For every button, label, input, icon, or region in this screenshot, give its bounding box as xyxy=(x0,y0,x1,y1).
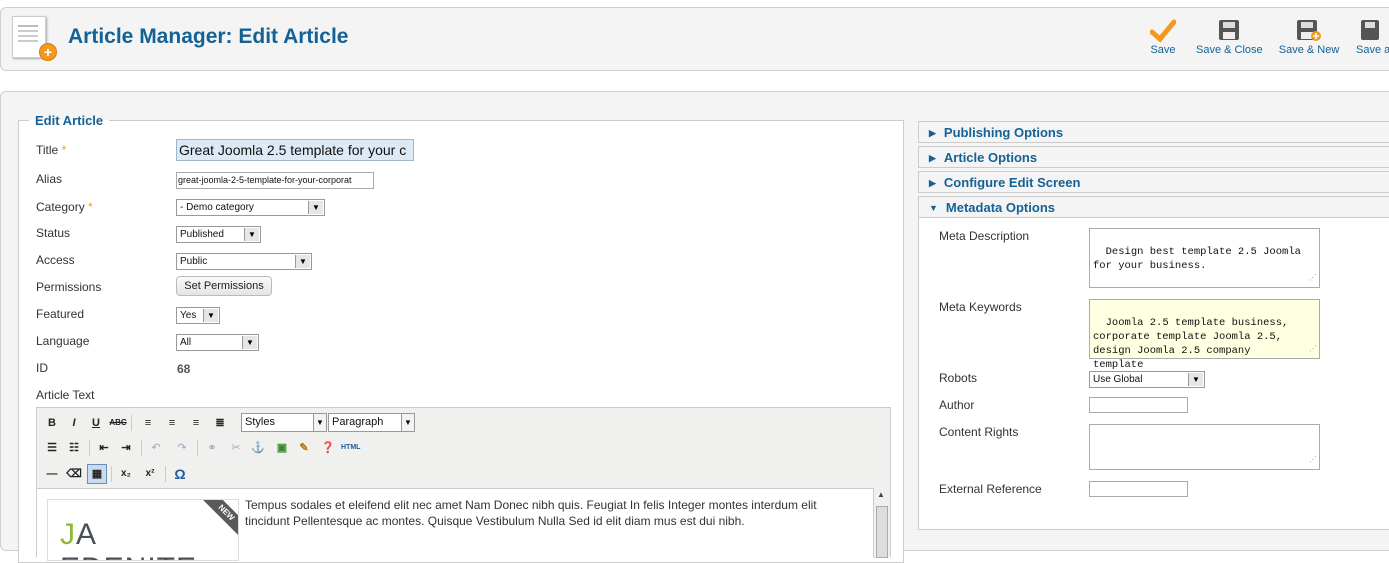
strikethrough-icon[interactable]: ABC xyxy=(109,414,127,432)
unlink-icon[interactable]: ✂ xyxy=(227,439,245,457)
indent-icon[interactable]: ⇥ xyxy=(117,439,135,457)
article-id-value: 68 xyxy=(177,362,191,376)
bold-icon[interactable]: B xyxy=(43,414,61,432)
numbered-list-icon[interactable]: ☷ xyxy=(65,439,83,457)
editor-content-area[interactable]: JA EDENITE NEW Tempus sodales et eleifen… xyxy=(37,488,875,561)
superscript-icon[interactable]: x² xyxy=(141,465,159,483)
page-title: Article Manager: Edit Article xyxy=(68,25,349,48)
configure-edit-screen-panel[interactable]: ▶ Configure Edit Screen xyxy=(918,171,1389,193)
meta-description-label: Meta Description xyxy=(939,229,1030,243)
access-label: Access xyxy=(36,253,75,267)
link-icon[interactable]: ⚭ xyxy=(203,439,221,457)
robots-select[interactable]: Use Global ▼ xyxy=(1089,371,1205,388)
chevron-down-icon: ▼ xyxy=(929,203,938,213)
external-reference-label: External Reference xyxy=(939,482,1042,496)
disk-copy-icon xyxy=(1356,18,1389,44)
resize-grip-icon[interactable]: ⋰ xyxy=(1309,343,1317,357)
language-select[interactable]: All ▼ xyxy=(176,334,259,351)
save-close-button[interactable]: Save & Close xyxy=(1196,18,1263,56)
table-icon[interactable]: ▦ xyxy=(87,464,107,484)
remove-format-icon[interactable]: ⌫ xyxy=(65,465,83,483)
category-select[interactable]: - Demo category ▼ xyxy=(176,199,325,216)
save-button[interactable]: Save xyxy=(1149,18,1177,56)
language-label: Language xyxy=(36,334,90,348)
access-select[interactable]: Public ▼ xyxy=(176,253,312,270)
disk-plus-icon xyxy=(1278,18,1340,44)
title-input[interactable]: Great Joomla 2.5 template for your c xyxy=(176,139,414,161)
align-left-icon[interactable]: ≡ xyxy=(139,414,157,432)
disk-icon xyxy=(1196,18,1262,44)
publishing-options-panel[interactable]: ▶ Publishing Options xyxy=(918,121,1389,143)
article-body-text: Tempus sodales et eleifend elit nec amet… xyxy=(245,498,817,528)
chevron-right-icon: ▶ xyxy=(929,178,936,188)
external-reference-input[interactable] xyxy=(1089,481,1188,497)
featured-select[interactable]: Yes ▼ xyxy=(176,307,220,324)
meta-keywords-textarea[interactable]: Joomla 2.5 template business, corporate … xyxy=(1089,299,1320,371)
chevron-down-icon: ▼ xyxy=(242,336,257,349)
save-new-button[interactable]: Save & New xyxy=(1278,18,1340,56)
editor-scrollbar[interactable]: ▲ xyxy=(873,488,890,558)
chevron-down-icon: ▼ xyxy=(313,414,326,431)
styles-select[interactable]: Styles ▼ xyxy=(241,413,327,432)
article-text-editor: B I U ABC ≡ ≡ ≡ ≣ Styles ▼ Paragraph ▼ ☰ ☷… xyxy=(36,407,891,561)
scroll-up-icon[interactable]: ▲ xyxy=(877,490,885,499)
align-right-icon[interactable]: ≡ xyxy=(187,414,205,432)
meta-keywords-label: Meta Keywords xyxy=(939,300,1022,314)
chevron-right-icon: ▶ xyxy=(929,128,936,138)
anchor-icon[interactable]: ⚓ xyxy=(249,439,267,457)
alias-input[interactable]: great-joomla-2-5-template-for-your-corpo… xyxy=(176,172,374,189)
align-center-icon[interactable]: ≡ xyxy=(163,414,181,432)
chevron-down-icon: ▼ xyxy=(295,255,310,268)
category-label: Category * xyxy=(36,200,93,214)
underline-icon[interactable]: U xyxy=(87,414,105,432)
align-justify-icon[interactable]: ≣ xyxy=(211,414,229,432)
italic-icon[interactable]: I xyxy=(65,414,83,432)
help-icon[interactable]: ❓ xyxy=(319,439,337,457)
robots-label: Robots xyxy=(939,371,978,385)
chevron-down-icon: ▼ xyxy=(244,228,259,241)
metadata-options-panel[interactable]: ▼ Metadata Options xyxy=(918,196,1389,218)
outdent-icon[interactable]: ⇤ xyxy=(95,439,113,457)
status-label: Status xyxy=(36,226,71,240)
check-icon xyxy=(1149,18,1177,44)
chevron-down-icon: ▼ xyxy=(401,414,414,431)
chevron-right-icon: ▶ xyxy=(929,153,936,163)
article-manager-logo-icon: + xyxy=(12,16,57,61)
horizontal-rule-icon[interactable]: — xyxy=(43,465,61,483)
chevron-down-icon: ▼ xyxy=(203,309,218,322)
author-label: Author xyxy=(939,398,975,412)
scroll-thumb[interactable] xyxy=(876,506,888,558)
ja-edenite-image: JA EDENITE NEW xyxy=(47,499,239,561)
alias-label: Alias xyxy=(36,172,63,186)
author-input[interactable] xyxy=(1089,397,1188,413)
resize-grip-icon[interactable]: ⋰ xyxy=(1309,272,1317,286)
save-as-copy-button[interactable]: Save a xyxy=(1356,18,1389,56)
article-options-panel[interactable]: ▶ Article Options xyxy=(918,146,1389,168)
set-permissions-button[interactable]: Set Permissions xyxy=(176,276,272,296)
chevron-down-icon: ▼ xyxy=(1188,373,1203,386)
content-rights-textarea[interactable]: ⋰ xyxy=(1089,424,1320,470)
featured-label: Featured xyxy=(36,307,85,321)
title-label: Title * xyxy=(36,143,67,157)
status-select[interactable]: Published ▼ xyxy=(176,226,261,243)
article-text-label: Article Text xyxy=(36,388,95,402)
edit-article-legend: Edit Article xyxy=(35,113,104,128)
bullet-list-icon[interactable]: ☰ xyxy=(43,439,61,457)
image-icon[interactable]: ▣ xyxy=(273,439,291,457)
chevron-down-icon: ▼ xyxy=(308,201,323,214)
cleanup-icon[interactable]: ✎ xyxy=(295,439,313,457)
redo-icon[interactable]: ↷ xyxy=(173,439,191,457)
resize-grip-icon[interactable]: ⋰ xyxy=(1309,454,1317,468)
permissions-label: Permissions xyxy=(36,280,102,294)
meta-description-textarea[interactable]: Design best template 2.5 Joomla for your… xyxy=(1089,228,1320,288)
special-char-icon[interactable]: Ω xyxy=(171,465,189,483)
id-label: ID xyxy=(36,361,48,375)
format-select[interactable]: Paragraph ▼ xyxy=(328,413,415,432)
subscript-icon[interactable]: x₂ xyxy=(117,465,135,483)
html-icon[interactable]: HTML xyxy=(341,439,360,457)
undo-icon[interactable]: ↶ xyxy=(147,439,165,457)
content-rights-label: Content Rights xyxy=(939,425,1019,439)
